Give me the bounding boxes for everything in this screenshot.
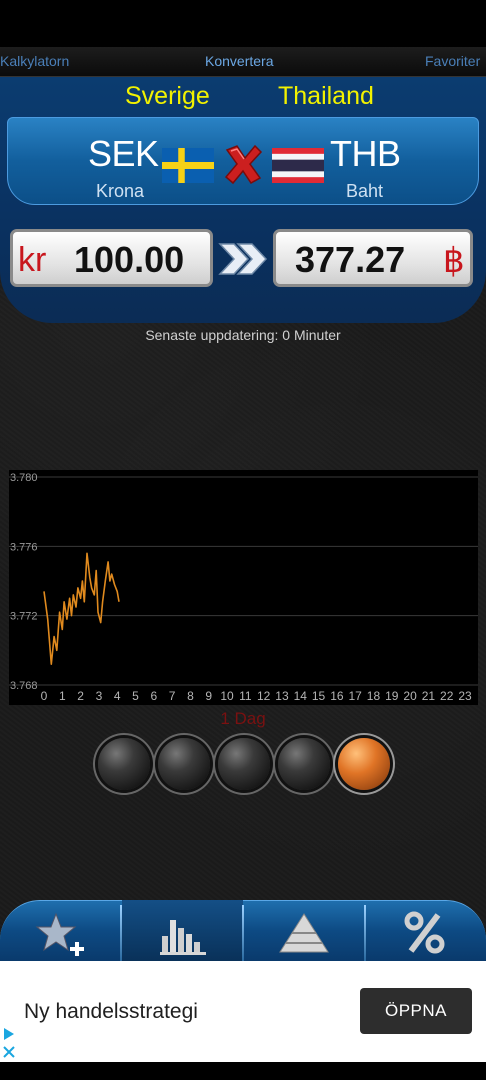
x-tick-label: 23 xyxy=(458,689,472,703)
ad-open-button[interactable]: ÖPPNA xyxy=(360,988,472,1034)
from-country-label[interactable]: Sverige xyxy=(125,82,210,111)
y-tick-label: 3.772 xyxy=(10,611,38,623)
x-tick-label: 6 xyxy=(150,689,157,703)
x-tick-label: 13 xyxy=(275,689,289,703)
bar-chart-icon xyxy=(160,920,206,955)
nav-separator xyxy=(242,905,244,961)
range-button-1[interactable] xyxy=(98,738,150,790)
thailand-flag-icon[interactable] xyxy=(272,148,324,183)
percent-icon xyxy=(404,911,445,954)
x-tick-label: 11 xyxy=(239,689,252,703)
x-tick-label: 19 xyxy=(385,689,399,703)
top-tab-bar: Kalkylatorn Konvertera Favoriter xyxy=(0,47,486,77)
nav-pyramid[interactable] xyxy=(244,900,365,961)
tab-konvertera[interactable]: Konvertera xyxy=(205,53,273,69)
x-tick-label: 16 xyxy=(330,689,344,703)
range-button-2[interactable] xyxy=(158,738,210,790)
y-tick-label: 3.780 xyxy=(10,472,38,484)
x-tick-label: 1 xyxy=(59,689,66,703)
last-update-text: Senaste uppdatering: 0 Minuter xyxy=(145,327,341,343)
x-tick-label: 8 xyxy=(187,689,194,703)
range-button-5[interactable] xyxy=(338,738,390,790)
tab-kalkylatorn[interactable]: Kalkylatorn xyxy=(0,53,69,69)
tab-favoriter[interactable]: Favoriter xyxy=(425,53,480,69)
to-currency-symbol: ฿ xyxy=(443,242,465,280)
x-tick-label: 0 xyxy=(41,689,48,703)
x-tick-label: 7 xyxy=(169,689,176,703)
x-tick-label: 4 xyxy=(114,689,121,703)
x-tick-label: 17 xyxy=(348,689,362,703)
ad-title[interactable]: Ny handelsstrategi xyxy=(24,1000,198,1024)
rate-chart: 3.768 3.772 3.776 3.780 0 1 2 3 4 5 6 7 8 9 10 11 12 13 14… xyxy=(9,470,478,705)
x-tick-label: 22 xyxy=(440,689,454,703)
nav-separator xyxy=(120,905,122,961)
convert-arrows-icon xyxy=(218,243,268,275)
chart-background xyxy=(9,470,478,705)
nav-separator xyxy=(364,905,366,961)
x-tick-label: 14 xyxy=(294,689,308,703)
y-tick-label: 3.768 xyxy=(10,680,38,692)
from-currency-code[interactable]: SEK xyxy=(88,133,159,175)
range-label: 1 Dag xyxy=(220,709,266,728)
pyramid-icon xyxy=(279,913,329,953)
x-tick-label: 5 xyxy=(132,689,139,703)
x-tick-label: 9 xyxy=(205,689,212,703)
status-bar xyxy=(0,0,486,47)
nav-add-favorite[interactable] xyxy=(0,900,121,961)
nav-chart[interactable] xyxy=(122,900,243,961)
y-tick-label: 3.776 xyxy=(10,541,38,553)
from-amount-value[interactable]: 100.00 xyxy=(74,239,184,281)
x-tick-label: 21 xyxy=(422,689,436,703)
nav-percent[interactable] xyxy=(366,900,486,961)
system-nav-bar xyxy=(0,1062,486,1080)
x-tick-label: 12 xyxy=(257,689,271,703)
x-tick-label: 20 xyxy=(403,689,417,703)
from-currency-symbol: kr xyxy=(18,241,47,279)
range-button-3[interactable] xyxy=(218,738,270,790)
to-currency-code[interactable]: THB xyxy=(330,133,401,175)
from-currency-name: Krona xyxy=(96,181,145,201)
swap-currencies-icon[interactable] xyxy=(223,142,263,186)
x-tick-label: 3 xyxy=(96,689,103,703)
to-country-label[interactable]: Thailand xyxy=(278,82,374,111)
ad-choices-icon[interactable] xyxy=(2,1026,16,1060)
to-currency-name: Baht xyxy=(346,181,384,201)
x-tick-label: 18 xyxy=(367,689,381,703)
sweden-flag-icon[interactable] xyxy=(162,148,214,183)
x-tick-label: 10 xyxy=(220,689,234,703)
x-tick-label: 2 xyxy=(77,689,84,703)
to-amount-value[interactable]: 377.27 xyxy=(295,239,405,281)
rate-chart-svg: 3.7683.7723.7763.7800 1 2 3 4 5 6 7 8 9 10 11 12 13 14… xyxy=(9,470,478,705)
range-button-4[interactable] xyxy=(278,738,330,790)
x-tick-label: 15 xyxy=(312,689,326,703)
star-add-icon xyxy=(35,912,84,956)
